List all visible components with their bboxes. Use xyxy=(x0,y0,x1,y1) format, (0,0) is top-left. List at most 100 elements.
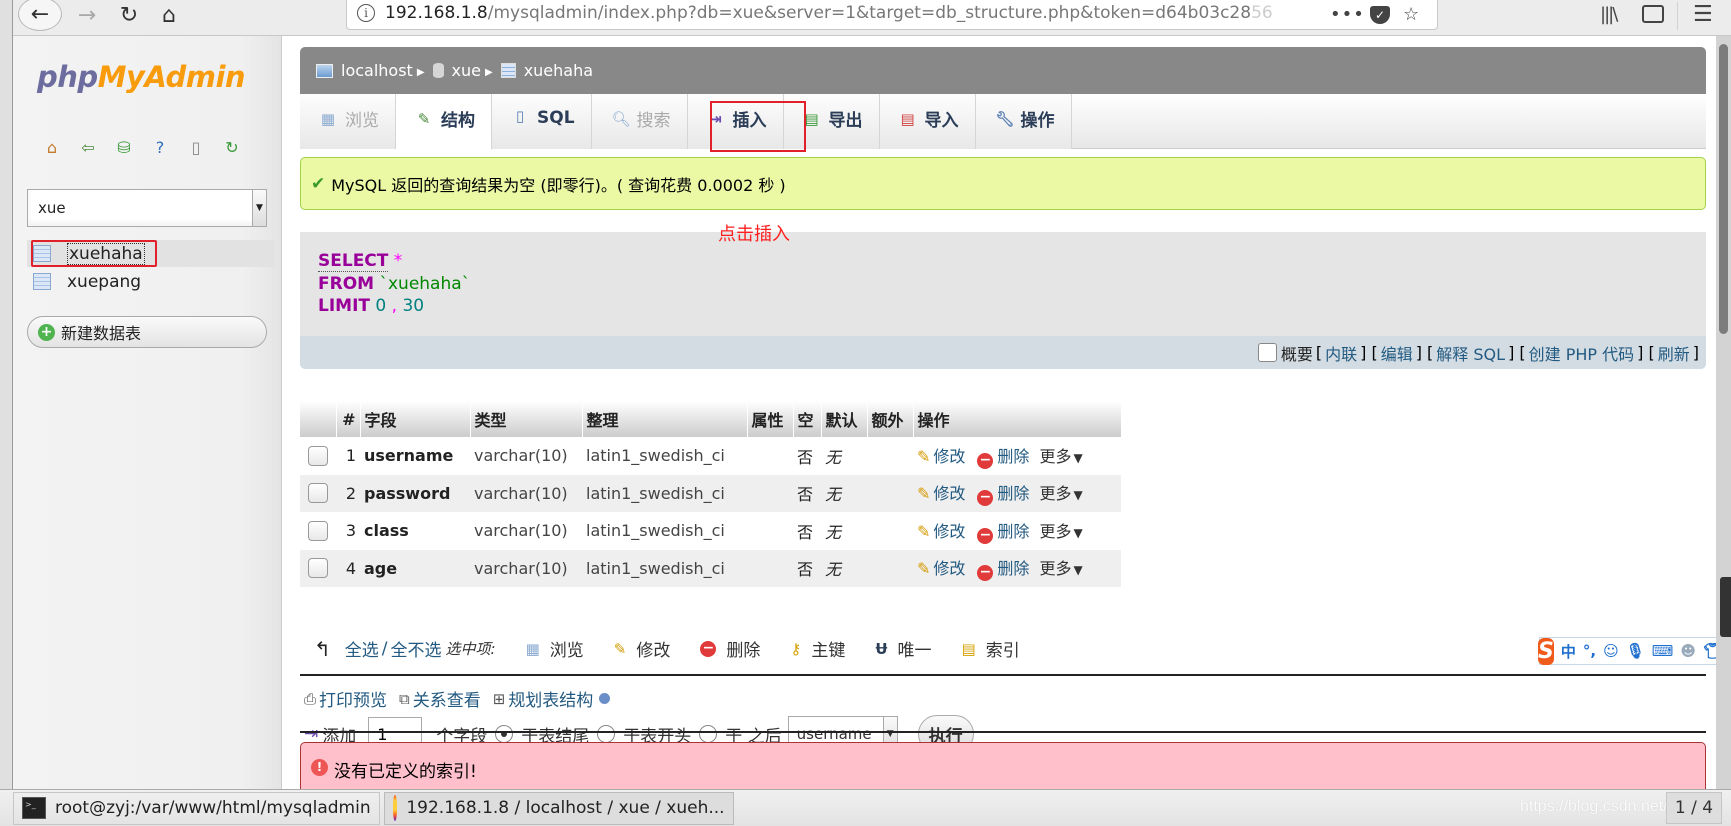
database-select[interactable]: xue ▼ xyxy=(27,189,267,227)
home-icon[interactable]: ⌂ xyxy=(41,136,63,158)
row-checkbox[interactable] xyxy=(308,520,328,541)
tab-import[interactable]: ▤ 导入 xyxy=(879,94,976,149)
header-default[interactable]: 默认 xyxy=(821,401,868,437)
drop-button[interactable]: − 删除 xyxy=(965,522,1029,544)
change-button[interactable]: ✎ 修改 xyxy=(917,559,965,578)
change-button[interactable]: ✎ 修改 xyxy=(917,522,965,541)
help-icon[interactable]: ? xyxy=(149,136,171,158)
sidebar-table-xuehaha[interactable]: xuehaha xyxy=(27,240,275,267)
ime-punctuation[interactable]: °, xyxy=(1583,642,1596,660)
reload-button[interactable]: ↻ xyxy=(112,0,146,30)
sql-keyword-select[interactable]: SELECT xyxy=(318,251,389,272)
tab-insert[interactable]: ⇥ 插入 xyxy=(687,94,784,149)
field-extra xyxy=(867,549,913,587)
tab-label: 插入 xyxy=(732,111,767,131)
more-dropdown[interactable]: 更多 ▼ xyxy=(1039,447,1082,466)
back-button[interactable]: ← xyxy=(18,0,62,31)
relation-view-link[interactable]: ⧉ 关系查看 xyxy=(399,686,481,712)
vertical-scrollbar[interactable] xyxy=(1716,36,1731,789)
tab-browse[interactable]: ▦ 浏览 xyxy=(300,94,396,149)
breadcrumb-server[interactable]: localhost xyxy=(341,61,413,80)
header-attributes[interactable]: 属性 xyxy=(747,401,794,437)
uncheck-all-link[interactable]: 全不选 xyxy=(391,636,442,661)
tab-export[interactable]: ▤ 导出 xyxy=(783,94,880,149)
more-dropdown[interactable]: 更多 ▼ xyxy=(1039,522,1082,541)
library-icon[interactable]: |||\ xyxy=(1600,0,1618,28)
tab-search[interactable]: 🔍︎ 搜索 xyxy=(591,94,688,149)
row-num: 3 xyxy=(336,512,360,550)
phpmyadmin-logo[interactable]: phpMyAdmin xyxy=(37,60,246,94)
scrollbar-thumb[interactable] xyxy=(1719,44,1728,334)
breadcrumb-table[interactable]: xuehaha xyxy=(524,61,593,80)
terminal-icon: >_ xyxy=(22,797,46,819)
bulk-index-button[interactable]: ▤ 索引 xyxy=(962,636,1020,662)
bulk-drop-button[interactable]: − 删除 xyxy=(700,636,760,661)
tab-structure[interactable]: ✎ 结构 xyxy=(396,94,492,150)
edit-link[interactable]: 编辑 xyxy=(1381,341,1413,365)
skin-icon[interactable]: 👕︎ xyxy=(1703,642,1716,660)
workspace-pager[interactable]: 1 / 4 xyxy=(1666,792,1722,824)
logout-icon[interactable]: ⇦ xyxy=(77,136,99,158)
header-collation[interactable]: 整理 xyxy=(582,401,748,437)
home-button[interactable]: ⌂ xyxy=(152,0,186,30)
taskbar-terminal[interactable]: >_ root@zyj:/var/www/html/mysqladmin xyxy=(13,791,380,825)
header-extra[interactable]: 额外 xyxy=(867,401,914,437)
refresh-link[interactable]: 刷新 xyxy=(1658,341,1690,365)
bulk-change-button[interactable]: ✎ 修改 xyxy=(614,636,671,662)
change-button[interactable]: ✎ 修改 xyxy=(917,484,965,503)
at-end-radio[interactable] xyxy=(495,725,514,743)
bulk-browse-button[interactable]: ▦ 浏览 xyxy=(526,636,584,662)
field-extra xyxy=(867,512,913,550)
drop-button[interactable]: − 删除 xyxy=(965,447,1029,469)
row-checkbox[interactable] xyxy=(308,483,328,504)
forward-button[interactable]: → xyxy=(70,0,104,30)
after-radio[interactable] xyxy=(699,725,718,743)
query-window-icon[interactable]: ⛁ xyxy=(113,136,135,158)
bulk-action-label: 主键 xyxy=(811,641,846,661)
reload-nav-icon[interactable]: ↻ xyxy=(221,136,243,158)
emoji-icon[interactable]: ☺ xyxy=(1603,642,1619,660)
breadcrumb-database[interactable]: xue xyxy=(452,61,481,80)
row-checkbox[interactable] xyxy=(308,558,328,579)
docs-icon[interactable]: ▯ xyxy=(185,136,207,158)
page-actions-button[interactable]: ••• xyxy=(1330,0,1365,28)
menu-icon[interactable]: ☰ xyxy=(1693,0,1713,28)
row-checkbox[interactable] xyxy=(308,445,328,466)
header-field[interactable]: 字段 xyxy=(360,401,471,437)
print-view-link[interactable]: ⎙ 打印预览 xyxy=(304,686,387,712)
create-php-code-link[interactable]: 创建 PHP 代码 xyxy=(1529,341,1635,365)
tab-operations[interactable]: 🔧︎ 操作 xyxy=(975,94,1072,149)
bulk-primary-button[interactable]: ⚷ 主键 xyxy=(790,636,846,662)
keyboard-icon[interactable]: ⌨ xyxy=(1652,642,1674,660)
more-dropdown[interactable]: 更多 ▼ xyxy=(1039,484,1082,503)
sql-query-box: SELECT * FROM `xuehaha` LIMIT 0 , 30 xyxy=(300,232,1706,336)
header-type[interactable]: 类型 xyxy=(470,401,583,437)
export-icon: ▤ xyxy=(804,109,819,128)
taskbar-firefox[interactable]: 192.168.1.8 / localhost / xue / xueh... xyxy=(383,791,734,825)
more-dropdown[interactable]: 更多 ▼ xyxy=(1039,559,1082,578)
new-table-button[interactable]: + 新建数据表 xyxy=(27,316,267,348)
microphone-icon[interactable]: 🎙︎ xyxy=(1626,642,1645,660)
sidebar-table-xuepang[interactable]: xuepang xyxy=(27,268,275,295)
help-icon[interactable] xyxy=(599,693,611,704)
ime-language[interactable]: 中 xyxy=(1561,641,1576,662)
tab-sql[interactable]: ▯ SQL xyxy=(492,94,592,149)
explain-sql-link[interactable]: 解释 SQL xyxy=(1436,341,1505,365)
change-button[interactable]: ✎ 修改 xyxy=(917,447,965,466)
info-icon[interactable]: i xyxy=(357,4,375,22)
inline-edit-link[interactable]: 内联 xyxy=(1325,341,1357,365)
header-null[interactable]: 空 xyxy=(793,401,822,437)
star-icon[interactable]: ☆ xyxy=(1403,0,1419,28)
propose-structure-link[interactable]: ⊞ 规划表结构 xyxy=(493,686,594,712)
drop-button[interactable]: − 删除 xyxy=(965,559,1029,582)
profiling-checkbox[interactable] xyxy=(1257,343,1277,362)
sogou-logo-icon[interactable]: S xyxy=(1538,637,1554,665)
check-all-link[interactable]: 全选 xyxy=(345,636,379,661)
drop-button[interactable]: − 删除 xyxy=(965,484,1029,507)
link-label: 关系查看 xyxy=(412,691,481,711)
bulk-unique-button[interactable]: Ʉ 唯一 xyxy=(875,636,931,662)
sidebar-icon[interactable] xyxy=(1642,5,1664,23)
at-beginning-radio[interactable] xyxy=(597,725,616,743)
user-icon[interactable]: ☻ xyxy=(1680,642,1696,660)
url-bar[interactable]: i 192.168.1.8/mysqladmin/index.php?db=xu… xyxy=(346,0,1438,30)
